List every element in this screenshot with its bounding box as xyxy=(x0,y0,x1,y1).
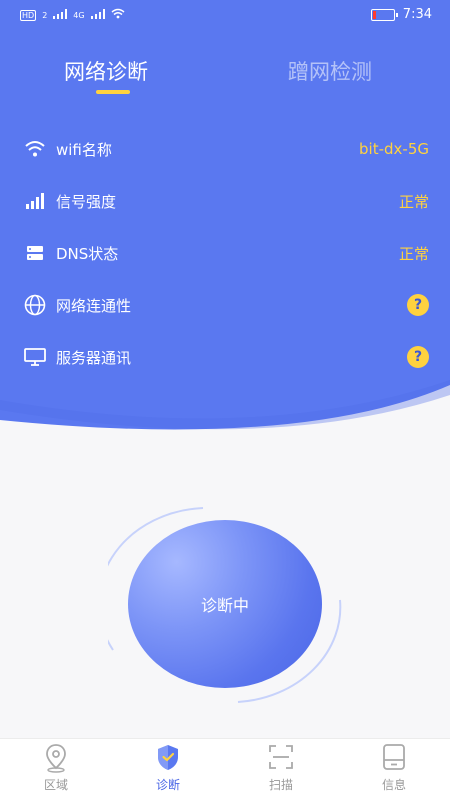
globe-icon xyxy=(24,294,46,316)
tab-freeloader-detection[interactable]: 蹭网检测 xyxy=(288,56,372,86)
active-tab-indicator xyxy=(96,90,130,94)
location-icon xyxy=(46,744,66,773)
status-bar: HD 2 4G 7:34 xyxy=(0,0,450,30)
battery-icon xyxy=(370,8,398,21)
monitor-icon xyxy=(24,346,46,368)
wifi-icon xyxy=(24,138,46,160)
row-label: wifi名称 xyxy=(56,140,112,159)
nav-label: 信息 xyxy=(381,778,406,792)
row-signal-strength: 信号强度 正常 xyxy=(24,188,429,214)
row-label: 服务器通讯 xyxy=(56,348,132,367)
row-value: bit-dx-5G xyxy=(359,140,429,158)
wifi-status-icon xyxy=(111,8,125,22)
nav-item-info[interactable]: 信息 xyxy=(338,739,450,801)
nav-item-region[interactable]: 区域 xyxy=(0,739,112,801)
clock: 7:34 xyxy=(402,7,432,22)
device-icon xyxy=(383,744,405,770)
row-connectivity: 网络连通性 ? xyxy=(24,292,429,318)
status-right: 7:34 xyxy=(370,7,432,22)
network-type: 4G xyxy=(73,10,85,20)
row-server-communication: 服务器通讯 ? xyxy=(24,344,429,370)
bottom-nav: 区域 诊断 扫描 信息 xyxy=(0,738,450,801)
nav-label: 扫描 xyxy=(268,778,293,792)
signal-icon xyxy=(24,190,46,212)
nav-label: 诊断 xyxy=(155,778,180,792)
diagnose-label: 诊断中 xyxy=(200,596,249,615)
row-label: 信号强度 xyxy=(56,192,117,211)
help-icon[interactable]: ? xyxy=(407,346,429,368)
server-icon xyxy=(24,242,46,264)
row-label: DNS状态 xyxy=(56,244,119,263)
scan-icon xyxy=(269,745,293,769)
status-left: HD 2 4G xyxy=(20,8,125,22)
sim-badge: 2 xyxy=(42,10,48,20)
nav-item-diagnose[interactable]: 诊断 xyxy=(112,739,224,801)
help-icon[interactable]: ? xyxy=(407,294,429,316)
row-value: 正常 xyxy=(398,192,429,211)
nav-label: 区域 xyxy=(43,778,68,792)
tab-network-diagnosis[interactable]: 网络诊断 xyxy=(64,56,148,86)
signal-bars-icon-2 xyxy=(90,8,105,22)
row-value: 正常 xyxy=(398,244,429,263)
shield-check-icon xyxy=(158,745,178,770)
row-wifi-name: wifi名称 bit-dx-5G xyxy=(24,136,429,162)
diagnose-button[interactable]: 诊断中 xyxy=(128,520,322,688)
row-label: 网络连通性 xyxy=(56,296,132,315)
nav-item-scan[interactable]: 扫描 xyxy=(225,739,337,801)
signal-bars-icon xyxy=(53,8,68,22)
row-dns-status: DNS状态 正常 xyxy=(24,240,429,266)
hd-badge: HD xyxy=(20,9,37,21)
